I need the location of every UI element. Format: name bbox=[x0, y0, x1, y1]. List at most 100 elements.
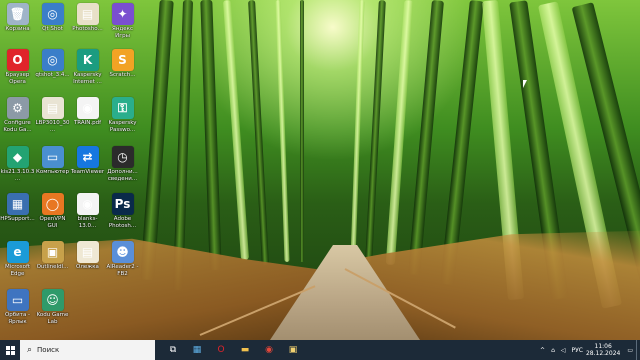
desktop-icon-label: Браузер Opera bbox=[5, 72, 30, 85]
openvpn-icon: ◯ bbox=[41, 193, 64, 215]
wallpaper-bamboo bbox=[200, 0, 222, 271]
desktop-icon-label: AlReader2 - FB2 bbox=[106, 264, 139, 277]
wallpaper-bamboo bbox=[385, 0, 414, 265]
desktop-icon-label: Adobe Photosh... bbox=[108, 216, 137, 229]
qt-shot-installer-icon: ◎ bbox=[41, 49, 64, 71]
desktop-icon[interactable]: 🗑 Корзина bbox=[0, 2, 35, 52]
desktop-icon[interactable]: ◷ Дополни... сведени... bbox=[105, 145, 140, 195]
network-icon[interactable]: ⌂ bbox=[551, 347, 555, 354]
search-placeholder: Поиск bbox=[37, 346, 60, 354]
opera-taskbar-icon[interactable]: O bbox=[209, 340, 233, 360]
opera-icon: O bbox=[6, 49, 29, 71]
desktop-icon[interactable]: ▦ HPSupport... bbox=[0, 192, 35, 242]
desktop-icon[interactable]: ⚙ Configure Kodu Ga... bbox=[0, 96, 35, 146]
desktop-icon-label: Kodu Game Lab bbox=[36, 312, 69, 325]
qt-shot-icon: ◎ bbox=[41, 3, 64, 25]
desktop-icon-label: Kaspersky Internet ... bbox=[73, 72, 102, 85]
wallpaper-bamboo bbox=[300, 0, 304, 262]
file-icon: ▤ bbox=[76, 3, 99, 25]
desktop-icon[interactable]: ▭ Орбита - Ярлык bbox=[0, 288, 35, 338]
document-icon: ▤ bbox=[41, 97, 64, 119]
desktop-icon[interactable]: ☺ Kodu Game Lab bbox=[35, 288, 70, 338]
desktop-icon[interactable]: ▤ LBP3010_30... bbox=[35, 96, 70, 146]
wallpaper-bamboo bbox=[248, 0, 269, 266]
image-viewer-icon[interactable]: ▣ bbox=[281, 340, 305, 360]
taskbar: ⌕ Поиск ⧉ ▦ O ▬ ◉ ▣ ^ ⌂ ◁ РУС 11:06 28.12.202… bbox=[0, 340, 640, 360]
volume-icon[interactable]: ◁ bbox=[561, 347, 566, 354]
desktop-icon[interactable]: ▤ Photosho... bbox=[70, 2, 105, 52]
computer-icon: ▭ bbox=[41, 146, 64, 168]
desktop-icon-label: Photosho... bbox=[72, 26, 103, 32]
notification-icon[interactable]: ▭ bbox=[627, 347, 633, 354]
desktop-icon-label: Яндекс Игры bbox=[112, 26, 133, 39]
desktop-icon[interactable]: ⚿ Kaspersky Passwo... bbox=[105, 96, 140, 146]
image-file-icon: ▣ bbox=[41, 241, 64, 263]
wallpaper-bamboo bbox=[365, 0, 386, 263]
desktop-icon[interactable]: ⇄ TeamViewer bbox=[70, 145, 105, 195]
desktop-icon-label: OutlineIdl... bbox=[36, 264, 69, 270]
windows-logo-icon bbox=[5, 345, 15, 355]
task-view-icon[interactable]: ⧉ bbox=[161, 340, 185, 360]
desktop-icon-label: blanks-13.0... bbox=[77, 216, 98, 229]
kodu-icon: ☺ bbox=[41, 289, 64, 311]
mouse-cursor-icon bbox=[523, 80, 527, 88]
kaspersky-icon: K bbox=[76, 49, 99, 71]
system-tray: ^ ⌂ ◁ РУС 11:06 28.12.2024 ▭ bbox=[537, 340, 640, 360]
desktop-icon[interactable]: ☻ AlReader2 - FB2 bbox=[105, 240, 140, 290]
search-icon: ⌕ bbox=[27, 345, 33, 355]
pdf-icon: ◉ bbox=[76, 97, 99, 119]
chrome-icon[interactable]: ◉ bbox=[257, 340, 281, 360]
desktop-icon[interactable]: ▭ Компьютер bbox=[35, 145, 70, 195]
desktop-icon-label: Kaspersky Passwo... bbox=[108, 120, 137, 133]
wallpaper-bamboo bbox=[172, 0, 194, 291]
kaspersky-installer-icon: ◆ bbox=[6, 146, 29, 168]
recycle-bin-icon: 🗑 bbox=[6, 3, 29, 25]
desktop-icon[interactable]: S Scratch... bbox=[105, 48, 140, 98]
desktop-icon[interactable]: K Kaspersky Internet ... bbox=[70, 48, 105, 98]
edge-icon: e bbox=[6, 241, 29, 263]
language-indicator[interactable]: РУС bbox=[572, 347, 583, 354]
desktop-icon[interactable]: O Браузер Opera bbox=[0, 48, 35, 98]
desktop-icon-label: HPSupport... bbox=[0, 216, 35, 222]
wallpaper-bamboo bbox=[140, 0, 174, 281]
desktop-icon-label: Корзина bbox=[5, 26, 30, 32]
desktop-icon[interactable]: ◯ OpenVPN GUI bbox=[35, 192, 70, 242]
clock-time: 11:06 bbox=[594, 343, 612, 350]
desktop-icon[interactable]: ▤ Олежка bbox=[70, 240, 105, 290]
desktop-icon-label: Дополни... сведени... bbox=[107, 169, 138, 182]
desktop-icon[interactable]: ◎ Qt Shot bbox=[35, 2, 70, 52]
alreader-icon: ☻ bbox=[111, 241, 134, 263]
desktop-icon[interactable]: Ps Adobe Photosh... bbox=[105, 192, 140, 242]
show-desktop-button[interactable] bbox=[636, 340, 640, 360]
tray-chevron-icon[interactable]: ^ bbox=[540, 347, 545, 354]
chrome-file-icon: ◉ bbox=[76, 193, 99, 215]
desktop-icon-label: Scratch... bbox=[109, 72, 136, 78]
desktop-icon[interactable]: ◎ qtshot_3.4... bbox=[35, 48, 70, 98]
search-box[interactable]: ⌕ Поиск bbox=[20, 340, 155, 360]
text-file-icon: ▤ bbox=[76, 241, 99, 263]
desktop-icon[interactable]: ◉ TRAIN.pdf bbox=[70, 96, 105, 146]
calculator-icon[interactable]: ▦ bbox=[185, 340, 209, 360]
desktop-icon[interactable]: ◉ blanks-13.0... bbox=[70, 192, 105, 242]
desktop-icon[interactable]: e Microsoft Edge bbox=[0, 240, 35, 290]
orbita-icon: ▭ bbox=[6, 289, 29, 311]
desktop-icon-label: Орбита - Ярлык bbox=[4, 312, 31, 325]
photoshop-icon: Ps bbox=[111, 193, 134, 215]
wallpaper-bamboo bbox=[408, 0, 444, 275]
desktop-icon[interactable]: ◆ kis21.3.10.3... bbox=[0, 145, 35, 195]
kaspersky-password-icon: ⚿ bbox=[111, 97, 134, 119]
desktop-icon-label: kis21.3.10.3... bbox=[0, 169, 35, 182]
scratch-icon: S bbox=[111, 49, 134, 71]
clock-icon: ◷ bbox=[111, 146, 134, 168]
wallpaper-bamboo bbox=[222, 0, 250, 260]
desktop-icon-label: Компьютер bbox=[36, 169, 69, 175]
file-explorer-icon[interactable]: ▬ bbox=[233, 340, 257, 360]
desktop-icon-label: Microsoft Edge bbox=[4, 264, 31, 277]
start-button[interactable] bbox=[0, 340, 20, 360]
desktop-icon[interactable]: ✦ Яндекс Игры bbox=[105, 2, 140, 52]
wallpaper-bamboo bbox=[350, 0, 365, 263]
teamviewer-icon: ⇄ bbox=[76, 146, 99, 168]
desktop-icon-label: Qt Shot bbox=[42, 26, 63, 32]
desktop-icon[interactable]: ▣ OutlineIdl... bbox=[35, 240, 70, 290]
clock[interactable]: 11:06 28.12.2024 bbox=[586, 343, 620, 357]
